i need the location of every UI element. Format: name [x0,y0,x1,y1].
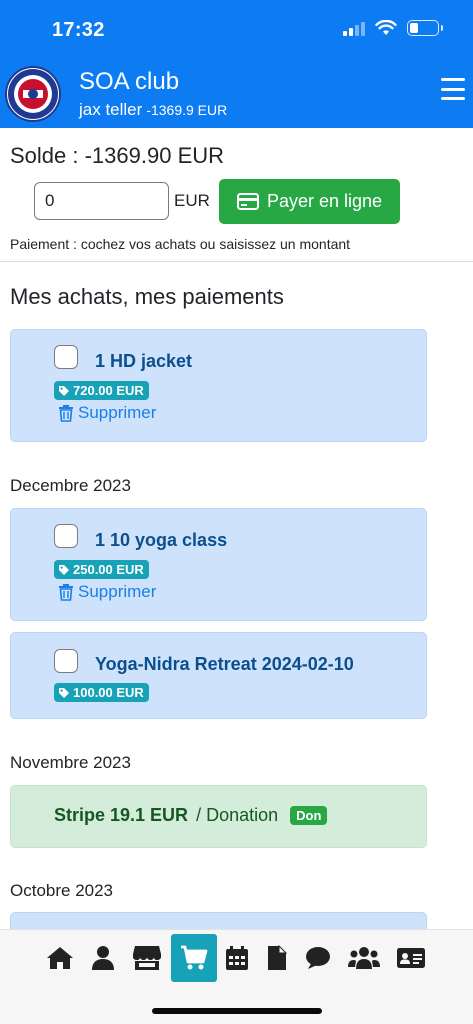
wifi-icon [375,20,397,35]
purchase-card: Yoga-Nidra Retreat 2024-02-10 100.00 EUR [10,632,427,719]
document-icon[interactable] [254,934,300,982]
section-title: Mes achats, mes paiements [10,284,284,309]
month-heading: Novembre 2023 [10,753,131,772]
price-value: 100.00 EUR [73,685,144,700]
price-value: 720.00 EUR [73,383,144,398]
amount-input[interactable] [34,182,169,220]
purchase-checkbox[interactable] [54,649,78,673]
price-value: 250.00 EUR [73,562,144,577]
purchase-title: 1 10 yoga class [95,530,228,550]
user-name: jax teller [79,100,143,119]
delete-link[interactable]: Supprimer [58,403,156,423]
chat-icon[interactable] [295,934,341,982]
purchase-card: 1 HD jacket 720.00 EUR Supprimer [10,329,427,442]
donation-badge: Don [290,806,328,825]
cart-icon[interactable] [171,934,217,982]
pay-online-button[interactable]: Payer en ligne [219,179,400,224]
payment-type: / Donation [196,805,279,825]
purchase-checkbox[interactable] [54,524,78,548]
cellular-signal-icon [343,20,365,36]
app-header: 17:32 SOA club jax teller -1369.9 EUR [0,0,473,128]
payment-card: Stripe 19.1 EUR / Donation Don [10,785,427,848]
user-info: jax teller -1369.9 EUR [79,100,227,120]
delete-label: Supprimer [78,582,157,601]
purchase-checkbox[interactable] [54,345,78,369]
tag-icon [59,385,69,396]
club-name: SOA club [79,68,180,95]
purchase-title: Yoga-Nidra Retreat 2024-02-10 [95,654,354,674]
status-icons [343,20,443,36]
delete-label: Supprimer [78,403,157,422]
users-icon[interactable] [341,934,387,982]
payment-line: Stripe 19.1 EUR / Donation Don [54,805,328,826]
price-badge: 250.00 EUR [54,560,149,579]
tag-icon [59,687,69,698]
month-heading: Decembre 2023 [10,476,131,495]
currency-label: EUR [174,191,210,210]
home-indicator [152,1008,322,1014]
purchase-title: 1 HD jacket [95,351,193,371]
store-icon[interactable] [124,934,170,982]
id-card-icon[interactable] [388,934,434,982]
trash-icon [59,405,73,422]
delete-link[interactable]: Supprimer [58,582,156,602]
credit-card-icon [236,193,259,210]
price-badge: 100.00 EUR [54,683,149,702]
status-time: 17:32 [52,19,105,41]
purchase-card: 1 10 yoga class 250.00 EUR Supprimer [10,508,427,621]
price-badge: 720.00 EUR [54,381,149,400]
divider [0,261,473,262]
hamburger-menu-icon[interactable] [441,78,465,100]
club-logo [5,66,61,122]
user-balance: -1369.9 EUR [146,102,228,118]
tag-icon [59,564,69,575]
payment-title: Stripe 19.1 EUR [54,805,189,825]
month-heading: Octobre 2023 [10,881,114,900]
payment-hint: Paiement : cochez vos achats ou saisisse… [10,236,351,252]
home-icon[interactable] [37,934,83,982]
trash-icon [59,584,73,601]
user-icon[interactable] [80,934,126,982]
pay-online-label: Payer en ligne [266,191,383,211]
battery-icon [407,20,443,36]
balance-label: Solde : -1369.90 EUR [10,143,225,168]
